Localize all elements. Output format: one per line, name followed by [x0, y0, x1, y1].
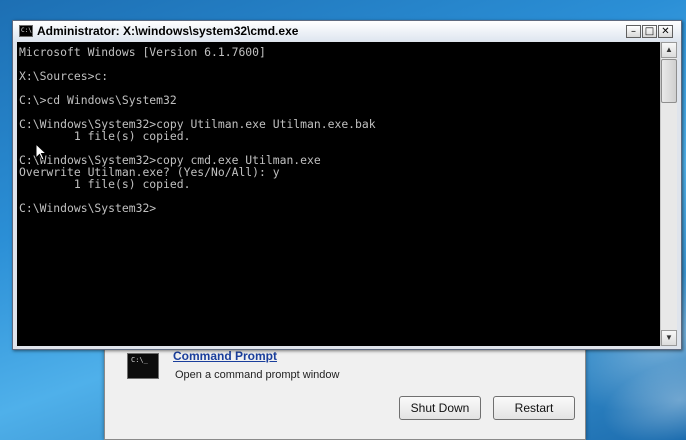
recovery-options-dialog: C:\_ Command Prompt Open a command promp…	[104, 336, 586, 440]
console-line: 1 file(s) copied.	[19, 177, 191, 191]
scroll-down-icon[interactable]: ▼	[661, 330, 677, 346]
command-prompt-icon: C:\_	[127, 353, 159, 379]
console-line: 1 file(s) copied.	[19, 129, 191, 143]
console-line: C:\Windows\System32>	[19, 201, 157, 215]
cmd-window: C:\ Administrator: X:\windows\system32\c…	[12, 20, 682, 350]
title-bar[interactable]: C:\ Administrator: X:\windows\system32\c…	[13, 21, 681, 41]
vertical-scrollbar[interactable]: ▲ ▼	[660, 42, 677, 346]
console-output[interactable]: Microsoft Windows [Version 6.1.7600] X:\S…	[17, 42, 660, 346]
scroll-up-icon[interactable]: ▲	[661, 42, 677, 58]
scrollbar-thumb[interactable]	[661, 59, 677, 103]
console-line: X:\Sources>c:	[19, 69, 109, 83]
command-prompt-description: Open a command prompt window	[175, 369, 340, 381]
maximize-button[interactable]: □	[642, 25, 657, 38]
close-button[interactable]: ✕	[658, 25, 673, 38]
restart-button[interactable]: Restart	[493, 396, 575, 420]
minimize-button[interactable]: –	[626, 25, 641, 38]
command-prompt-link[interactable]: Command Prompt	[173, 349, 277, 363]
window-title: Administrator: X:\windows\system32\cmd.e…	[37, 24, 299, 38]
mouse-cursor-icon	[35, 143, 48, 161]
console-line: Microsoft Windows [Version 6.1.7600]	[19, 45, 266, 59]
console-line: C:\>cd Windows\System32	[19, 93, 177, 107]
shut-down-button[interactable]: Shut Down	[399, 396, 481, 420]
cmd-window-icon[interactable]: C:\	[19, 25, 33, 37]
